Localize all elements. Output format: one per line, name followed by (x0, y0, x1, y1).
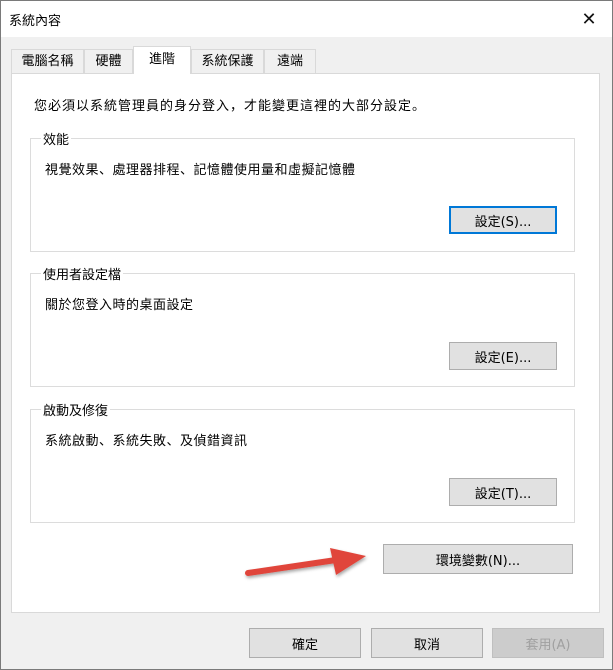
apply-button[interactable]: 套用(A) (492, 628, 604, 658)
title-bar: 系統內容 ✕ (1, 1, 612, 37)
user-profiles-description: 關於您登入時的桌面設定 (45, 298, 194, 313)
admin-notice: 您必須以系統管理員的身分登入，才能變更這裡的大部分設定。 (34, 99, 427, 114)
tab-advanced[interactable]: 進階 (133, 46, 191, 74)
tab-remote[interactable]: 遠端 (264, 49, 316, 73)
performance-description: 視覺效果、處理器排程、記憶體使用量和虛擬記憶體 (45, 163, 356, 178)
performance-settings-button[interactable]: 設定(S)... (449, 206, 557, 234)
window-title: 系統內容 (9, 14, 62, 29)
performance-group: 效能 視覺效果、處理器排程、記憶體使用量和虛擬記憶體 (30, 129, 575, 252)
performance-legend: 效能 (41, 129, 72, 148)
startup-recovery-settings-button[interactable]: 設定(T)... (449, 478, 557, 506)
environment-variables-button[interactable]: 環境變數(N)... (383, 544, 573, 574)
startup-recovery-description: 系統啟動、系統失敗、及偵錯資訊 (45, 434, 248, 449)
tab-computer-name[interactable]: 電腦名稱 (11, 49, 84, 73)
user-profiles-settings-button[interactable]: 設定(E)... (449, 342, 557, 370)
cancel-button[interactable]: 取消 (371, 628, 483, 658)
red-arrow-icon (245, 548, 366, 576)
ok-button[interactable]: 確定 (249, 628, 361, 658)
tab-hardware[interactable]: 硬體 (84, 49, 133, 73)
tab-system-protection[interactable]: 系統保護 (191, 49, 264, 73)
close-button[interactable]: ✕ (566, 1, 612, 37)
startup-recovery-legend: 啟動及修復 (41, 400, 111, 419)
user-profiles-legend: 使用者設定檔 (41, 264, 124, 283)
